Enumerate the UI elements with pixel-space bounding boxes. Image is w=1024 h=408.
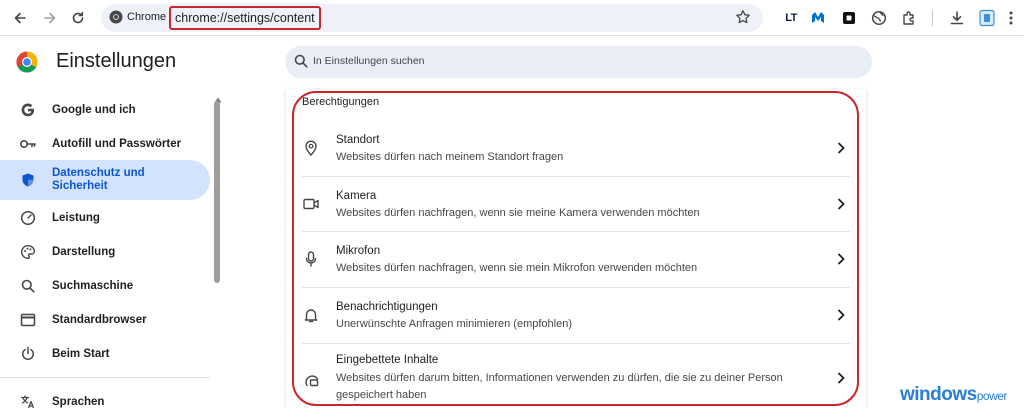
browser-toolbar: Chrome chrome://settings/content LT <box>0 0 1024 36</box>
page-title: Einstellungen <box>56 50 177 72</box>
kebab-menu-icon <box>1009 11 1013 25</box>
screenshot-root: Chrome chrome://settings/content LT Eins… <box>0 0 1024 408</box>
arrow-left-icon <box>14 12 26 24</box>
extension-lt-label: LT <box>785 12 797 24</box>
permission-row-location[interactable]: Standort Websites dürfen nach meinem Sta… <box>290 120 858 175</box>
extension-lt-button[interactable]: LT <box>780 7 802 29</box>
sidebar-item-label: Datenschutz und Sicherheit <box>52 167 145 192</box>
row-title: Benachrichtigungen <box>336 301 438 313</box>
sidebar-item-label: Sprachen <box>52 395 105 408</box>
extension-globe-button[interactable] <box>868 7 890 29</box>
microphone-icon <box>302 250 320 268</box>
sidebar-item-label: Google und ich <box>52 103 136 116</box>
globe-icon <box>871 10 887 26</box>
bell-icon <box>302 306 320 324</box>
toolbar-separator <box>932 10 933 26</box>
shield-icon <box>18 170 38 190</box>
row-subtitle: Websites dürfen nachfragen, wenn sie mei… <box>336 262 698 274</box>
search-icon-container <box>293 53 309 74</box>
download-icon <box>950 11 964 25</box>
extension-m-button[interactable] <box>807 7 829 29</box>
settings-header: Einstellungen In Einstellungen suchen <box>0 37 1024 89</box>
permission-row-embedded-content[interactable]: Eingebettete Inhalte Websites dürfen dar… <box>290 343 858 408</box>
sidebar-item-privacy[interactable]: Datenschutz und Sicherheit <box>0 160 210 200</box>
chevron-right-icon <box>834 308 848 322</box>
chevron-right-icon <box>834 197 848 211</box>
search-icon <box>294 54 308 68</box>
search-input[interactable]: In Einstellungen suchen <box>313 55 425 67</box>
sidebar-item-label: Suchmaschine <box>52 279 134 292</box>
row-subtitle: Unerwünschte Anfragen minimieren (empfoh… <box>336 318 573 330</box>
sidebar-item-label: Standardbrowser <box>52 313 147 326</box>
malwarebytes-icon <box>812 12 824 23</box>
palette-icon <box>18 242 38 262</box>
address-bar[interactable]: Chrome chrome://settings/content <box>101 4 763 32</box>
power-icon <box>18 344 38 364</box>
search-icon <box>18 276 38 296</box>
sidebar-item-label: Darstellung <box>52 245 116 258</box>
sidebar-item-label: Beim Start <box>52 347 110 360</box>
chevron-right-icon <box>834 141 848 155</box>
profile-app-icon <box>979 9 995 27</box>
location-pin-icon <box>302 139 320 157</box>
square-app-icon <box>843 12 855 24</box>
row-title: Standort <box>336 134 380 146</box>
permission-row-microphone[interactable]: Mikrofon Websites dürfen nachfragen, wen… <box>290 231 858 286</box>
row-subtitle: Websites dürfen nach meinem Standort fra… <box>336 151 564 163</box>
forward-button[interactable] <box>38 6 62 30</box>
bookmark-star-button[interactable] <box>735 9 751 30</box>
chrome-logo-icon <box>109 10 123 24</box>
site-chip-label: Chrome <box>127 11 167 23</box>
settings-search-box[interactable]: In Einstellungen suchen <box>285 46 872 78</box>
site-chip[interactable]: Chrome <box>109 10 166 24</box>
watermark-main: windows <box>900 384 977 405</box>
downloads-button[interactable] <box>946 7 968 29</box>
back-button[interactable] <box>8 6 32 30</box>
chrome-logo-icon <box>16 51 38 73</box>
profile-button[interactable] <box>976 7 998 29</box>
puzzle-piece-icon <box>903 11 914 25</box>
extension-dark-button[interactable] <box>838 7 860 29</box>
browser-window-icon <box>18 310 38 330</box>
extensions-menu-button[interactable] <box>898 7 920 29</box>
chevron-right-icon <box>834 252 848 266</box>
sidebar-item-autofill[interactable]: Autofill und Passwörter <box>0 124 210 164</box>
row-title: Eingebettete Inhalte <box>336 354 439 366</box>
row-title: Kamera <box>336 190 377 202</box>
chevron-right-icon <box>834 371 848 385</box>
embedded-content-icon <box>302 370 320 388</box>
sidebar-scrollbar-thumb[interactable] <box>214 101 220 283</box>
camera-icon <box>302 195 320 213</box>
google-g-icon <box>18 100 38 120</box>
sidebar-item-languages[interactable]: Sprachen <box>0 382 210 408</box>
permission-row-notifications[interactable]: Benachrichtigungen Unerwünschte Anfragen… <box>290 287 858 342</box>
reload-icon <box>72 11 84 24</box>
section-title: Berechtigungen <box>302 96 380 108</box>
speedometer-icon <box>18 208 38 228</box>
sidebar-item-on-startup[interactable]: Beim Start <box>0 334 210 374</box>
watermark-logo: windowspower <box>900 384 1007 406</box>
sidebar-divider <box>0 377 210 378</box>
translate-icon <box>18 392 38 408</box>
permission-row-camera[interactable]: Kamera Websites dürfen nachfragen, wenn … <box>290 176 858 231</box>
sidebar-item-label: Leistung <box>52 211 100 224</box>
row-subtitle: Websites dürfen darum bitten, Informatio… <box>336 372 783 401</box>
star-icon <box>736 10 750 24</box>
row-title: Mikrofon <box>336 245 381 257</box>
settings-sidebar: Google und ich Autofill und Passwörter D… <box>0 90 224 408</box>
arrow-right-icon <box>44 12 56 24</box>
key-icon <box>18 134 38 154</box>
more-menu-button[interactable] <box>1000 7 1022 29</box>
sidebar-item-label: Autofill und Passwörter <box>52 137 182 150</box>
row-subtitle: Websites dürfen nachfragen, wenn sie mei… <box>336 207 700 219</box>
reload-button[interactable] <box>66 6 90 30</box>
watermark-suffix: power <box>976 389 1008 403</box>
url-text[interactable]: chrome://settings/content <box>169 6 321 30</box>
